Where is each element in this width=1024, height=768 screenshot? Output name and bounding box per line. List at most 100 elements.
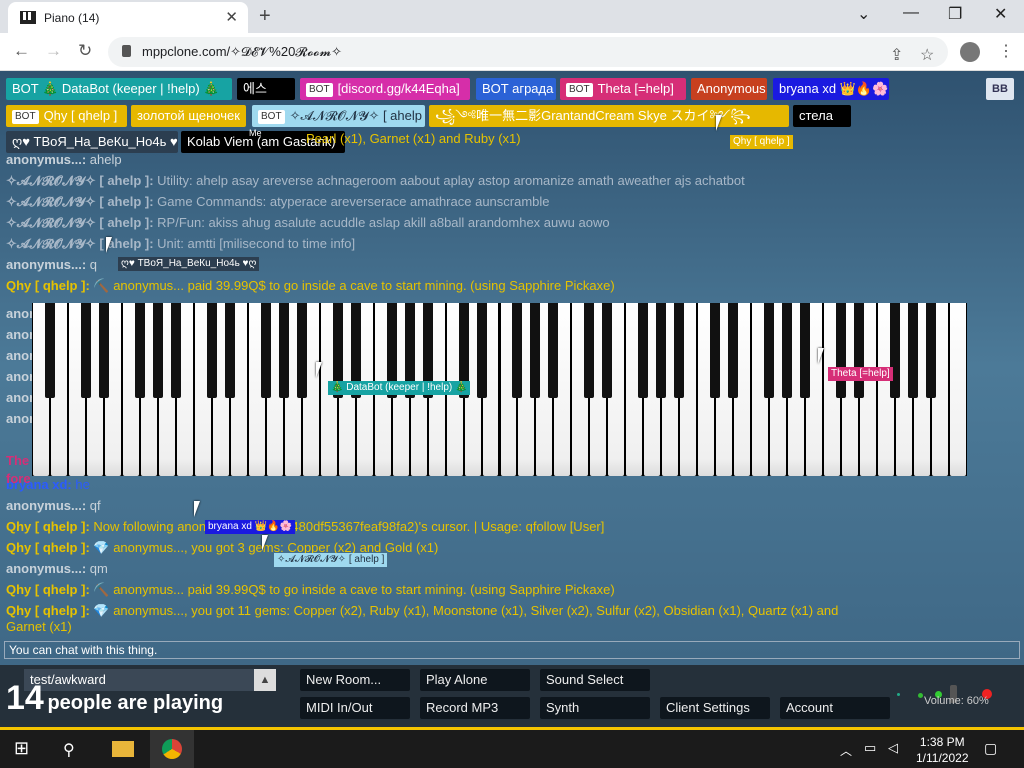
url-text: mppclone.com/✧𝓓𝓔𝓥%20𝓡𝓸𝓸𝓶✧ bbox=[142, 44, 343, 59]
user-name: Theta [=help] bbox=[597, 81, 674, 96]
network-icon[interactable]: ▭ bbox=[864, 740, 876, 756]
black-key[interactable] bbox=[152, 303, 163, 398]
windows-start-icon[interactable]: ⊞ bbox=[14, 738, 29, 759]
chevron-up-icon[interactable]: ︿ bbox=[840, 742, 852, 759]
tab-search-icon[interactable]: ⌄ bbox=[857, 4, 870, 24]
user-tag[interactable]: золотой щеночек bbox=[131, 105, 246, 127]
close-window-button[interactable]: ✕ bbox=[994, 4, 1007, 24]
chat-text: ⛏️ anonymus... paid 39.99Q$ to go inside… bbox=[93, 582, 615, 597]
user-tag[interactable]: ꧁༺唯一無二影GrantandCream Skye スカイ༻꧂ bbox=[429, 105, 789, 127]
clock-time: 1:38 PM bbox=[919, 735, 965, 749]
mpp-room: BOT 🎄 DataBot (keeper | !help) 🎄 에스 BOT [di… bbox=[0, 71, 1024, 727]
user-tag[interactable]: BOT 🎄 DataBot (keeper | !help) 🎄 bbox=[6, 78, 232, 100]
maximize-button[interactable]: ❐ bbox=[948, 4, 962, 24]
client-settings-button[interactable]: Client Settings bbox=[660, 697, 770, 719]
chat-message: ✧𝓐𝓝𝓡𝓞𝓝𝓨✧ [ ahelp ]: RP/Fun: akiss ahug a… bbox=[6, 215, 610, 231]
chat-message: Qhy [ qhelp ]: Now following anonymus...… bbox=[6, 519, 604, 534]
black-key[interactable] bbox=[584, 303, 595, 398]
black-key[interactable] bbox=[170, 303, 181, 398]
black-key[interactable] bbox=[224, 303, 235, 398]
status-dot-icon bbox=[918, 693, 923, 698]
chat-message: anonymus...: ahelp bbox=[6, 152, 122, 167]
user-name: [discord.gg/k44Eqha] bbox=[337, 81, 460, 96]
black-key[interactable] bbox=[854, 303, 865, 398]
user-tag[interactable]: 에스 bbox=[237, 78, 295, 100]
bookmark-star-icon[interactable]: ☆ bbox=[920, 45, 934, 65]
piano-keyboard[interactable] bbox=[32, 303, 967, 476]
user-tag[interactable]: BOT Theta [=help] bbox=[560, 78, 686, 100]
user-tag[interactable]: BOT Qhy [ qhelp ] bbox=[6, 105, 127, 127]
white-key[interactable] bbox=[950, 303, 966, 476]
account-button[interactable]: Account bbox=[780, 697, 890, 719]
play-alone-button[interactable]: Play Alone bbox=[420, 669, 530, 691]
close-tab-icon[interactable]: ✕ bbox=[225, 8, 238, 26]
black-key[interactable] bbox=[656, 303, 667, 398]
chat-message: Pearl (x1), Garnet (x1) and Ruby (x1) bbox=[306, 131, 521, 146]
chevron-up-icon[interactable]: ▲ bbox=[254, 669, 276, 691]
black-key[interactable] bbox=[80, 303, 91, 398]
black-key[interactable] bbox=[134, 303, 145, 398]
file-explorer-icon[interactable] bbox=[112, 741, 134, 757]
black-key[interactable] bbox=[926, 303, 937, 398]
sound-select-button[interactable]: Sound Select bbox=[540, 669, 650, 691]
black-key[interactable] bbox=[530, 303, 541, 398]
black-key[interactable] bbox=[44, 303, 55, 398]
black-key[interactable] bbox=[548, 303, 559, 398]
chrome-taskbar-button[interactable] bbox=[150, 730, 194, 768]
chat-message: ✧𝓐𝓝𝓡𝓞𝓝𝓨✧ [ ahelp ]: Game Commands: atype… bbox=[6, 194, 550, 210]
chrome-icon bbox=[162, 739, 182, 759]
volume-label: Volume: 60% bbox=[924, 695, 989, 707]
midi-in-out-button[interactable]: MIDI In/Out bbox=[300, 697, 410, 719]
reload-icon[interactable]: ↻ bbox=[78, 41, 92, 61]
chat-text: he bbox=[75, 477, 90, 492]
toggle-button[interactable]: ВВ bbox=[986, 78, 1014, 100]
black-key[interactable] bbox=[890, 303, 901, 398]
cursor-arrow-icon bbox=[106, 237, 112, 253]
profile-avatar-icon[interactable] bbox=[960, 42, 980, 62]
menu-icon[interactable]: ⋮ bbox=[998, 41, 1014, 61]
black-key[interactable] bbox=[98, 303, 109, 398]
chat-text: Utility: ahelp asay areverse achnageroom… bbox=[157, 173, 745, 188]
speaker-muted-icon[interactable]: ◁ bbox=[888, 740, 898, 756]
omnibox[interactable]: mppclone.com/✧𝓓𝓔𝓥%20𝓡𝓸𝓸𝓶✧ ⇪ ☆ bbox=[108, 37, 948, 67]
user-tag[interactable]: ღ♥ ТВоЯ_На_ВеКu_Ho4ь ♥ღ bbox=[6, 131, 178, 153]
user-tag[interactable]: bryana xd 👑🔥🌸 bbox=[773, 78, 889, 100]
clock[interactable]: 1:38 PM 1/11/2022 bbox=[916, 734, 969, 766]
new-tab-button[interactable]: + bbox=[259, 5, 271, 28]
bottom-bar: test/awkward ▲ 14 people are playing New… bbox=[0, 665, 1024, 727]
record-mp3-button[interactable]: Record MP3 bbox=[420, 697, 530, 719]
user-tag[interactable]: BOT аграда bbox=[476, 78, 556, 100]
user-name: Qhy [ qhelp ] bbox=[43, 108, 118, 123]
black-key[interactable] bbox=[710, 303, 721, 398]
black-key[interactable] bbox=[260, 303, 271, 398]
black-key[interactable] bbox=[764, 303, 775, 398]
black-key[interactable] bbox=[674, 303, 685, 398]
user-tag[interactable]: Anonymous bbox=[691, 78, 767, 100]
black-key[interactable] bbox=[512, 303, 523, 398]
black-key[interactable] bbox=[206, 303, 217, 398]
back-icon[interactable]: ← bbox=[13, 41, 30, 61]
black-key[interactable] bbox=[476, 303, 487, 398]
black-key[interactable] bbox=[278, 303, 289, 398]
black-key[interactable] bbox=[638, 303, 649, 398]
black-key[interactable] bbox=[296, 303, 307, 398]
tab-piano[interactable]: Piano (14) ✕ bbox=[8, 2, 248, 33]
user-tag[interactable]: BOT [discord.gg/k44Eqha] bbox=[300, 78, 470, 100]
black-key[interactable] bbox=[782, 303, 793, 398]
user-tag[interactable]: стела bbox=[793, 105, 851, 127]
forward-icon[interactable]: → bbox=[45, 41, 62, 61]
chat-author: anonymus...: bbox=[6, 561, 90, 576]
user-tag[interactable]: BOT ✧𝓐𝓝𝓡𝓞𝓝𝓨✧ [ ahelp ] bbox=[252, 105, 425, 127]
black-key[interactable] bbox=[836, 303, 847, 398]
black-key[interactable] bbox=[728, 303, 739, 398]
minimize-button[interactable]: — bbox=[903, 4, 919, 22]
synth-button[interactable]: Synth bbox=[540, 697, 650, 719]
user-name: BOT аграда bbox=[482, 81, 554, 96]
black-key[interactable] bbox=[800, 303, 811, 398]
share-icon[interactable]: ⇪ bbox=[890, 45, 903, 65]
black-key[interactable] bbox=[602, 303, 613, 398]
new-room-button[interactable]: New Room... bbox=[300, 669, 410, 691]
notification-icon[interactable]: ▢ bbox=[984, 740, 997, 757]
black-key[interactable] bbox=[908, 303, 919, 398]
search-icon[interactable]: ⚲ bbox=[63, 740, 75, 760]
